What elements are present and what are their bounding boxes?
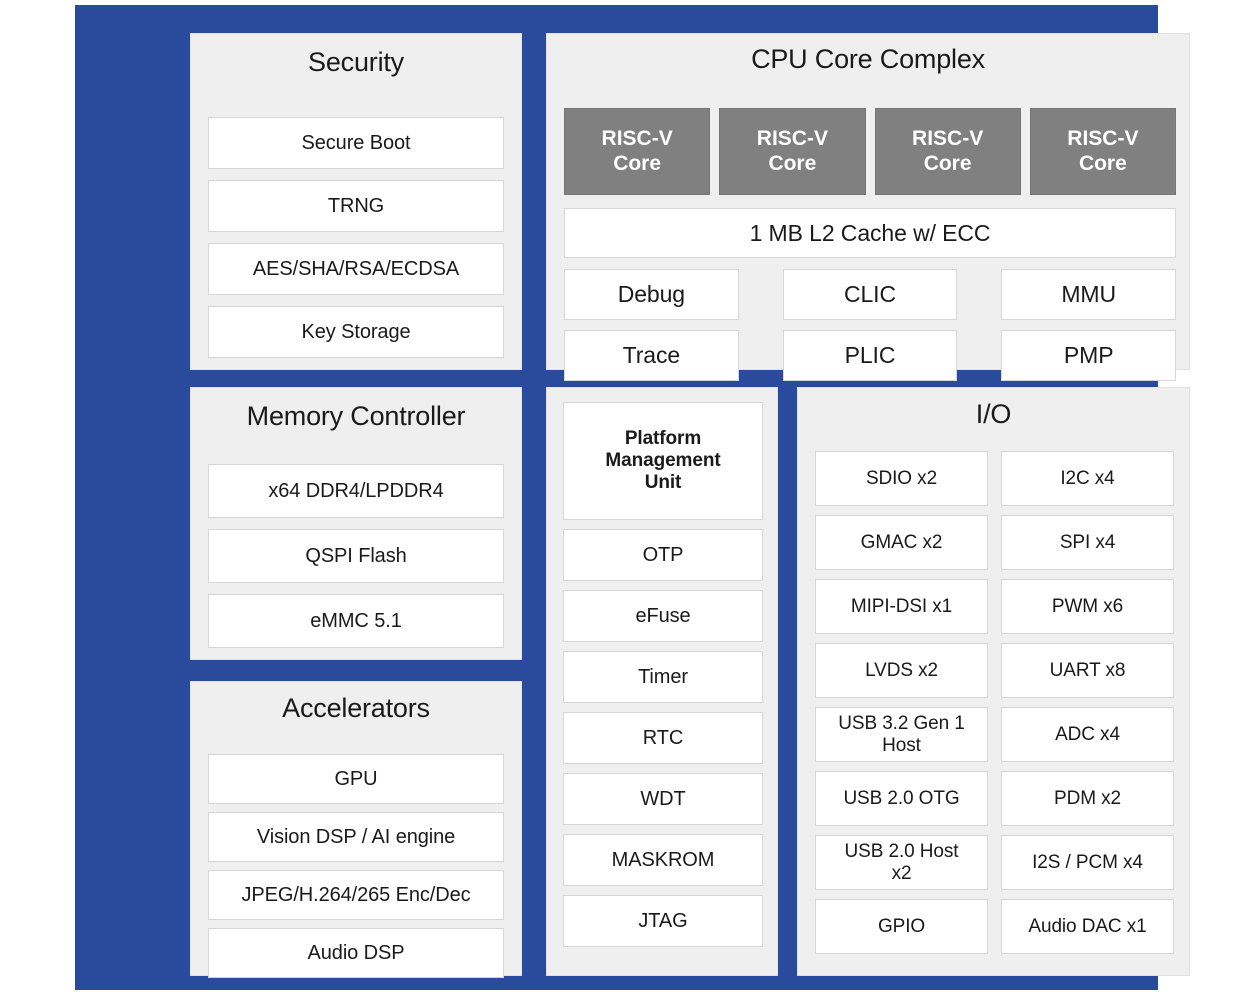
io-block-13: I2S / PCM x4 [1001,835,1174,890]
cpu-block-0: Debug [564,269,739,320]
io-block-grid: SDIO x2 I2C x4 GMAC x2 SPI x4 MIPI-DSI x1 PWM… [815,451,1174,954]
memory-block-2: eMMC 5.1 [208,594,504,648]
io-block-4: MIPI-DSI x1 [815,579,988,634]
panel-accelerators-title: Accelerators [282,693,430,723]
panel-cpu-core-complex: CPU Core Complex RISC-V Core RISC-V Core RIS… [546,33,1190,381]
panel-security-title: Security [308,47,404,77]
memory-block-list: x64 DDR4/LPDDR4 QSPI Flash eMMC 5.1 [208,464,504,659]
cpu-block-2: MMU [1001,269,1176,320]
cpu-block-3: Trace [564,330,739,381]
accelerator-block-3: Audio DSP [208,928,504,978]
panel-io: I/O SDIO x2 I2C x4 GMAC x2 SPI x4 MIPI-DSI x… [797,387,1190,976]
pmu-block-2: eFuse [563,590,763,642]
riscv-core-0: RISC-V Core [564,108,711,195]
memory-block-0: x64 DDR4/LPDDR4 [208,464,504,518]
io-block-14: GPIO [815,899,988,954]
io-block-9: ADC x4 [1001,707,1174,762]
io-block-7: UART x8 [1001,643,1174,698]
accelerator-block-1: Vision DSP / AI engine [208,812,504,862]
io-block-3: SPI x4 [1001,515,1174,570]
io-block-5: PWM x6 [1001,579,1174,634]
pmu-block-6: MASKROM [563,834,763,886]
cpu-core-row: RISC-V Core RISC-V Core RISC-V Core RISC-V Core [564,108,1176,195]
io-block-11: PDM x2 [1001,771,1174,826]
accelerator-block-0: GPU [208,754,504,804]
io-block-15: Audio DAC x1 [1001,899,1174,954]
io-block-8: USB 3.2 Gen 1 Host [815,707,988,762]
panel-platform-management: Platform Management Unit OTP eFuse Timer RTC WD… [546,387,778,976]
security-block-0: Secure Boot [208,117,504,169]
panel-accelerators: Accelerators GPU Vision DSP / AI engine JP… [190,681,522,978]
io-block-12: USB 2.0 Host x2 [815,835,988,890]
l2-cache-block: 1 MB L2 Cache w/ ECC [564,208,1176,258]
riscv-core-1: RISC-V Core [719,108,866,195]
io-block-1: I2C x4 [1001,451,1174,506]
panel-cpu-title: CPU Core Complex [751,44,985,74]
panel-memory-controller: Memory Controller x64 DDR4/LPDDR4 QSPI Fl… [190,387,522,660]
diagram-frame: Security Secure Boot TRNG AES/SHA/RSA/ECDS… [75,5,1190,990]
accelerator-block-2: JPEG/H.264/265 Enc/Dec [208,870,504,920]
io-block-0: SDIO x2 [815,451,988,506]
cpu-block-1: CLIC [782,269,958,320]
panel-security: Security Secure Boot TRNG AES/SHA/RSA/ECDS… [190,33,522,370]
pmu-block-5: WDT [563,773,763,825]
soc-block-diagram: Security Secure Boot TRNG AES/SHA/RSA/ECDS… [0,0,1242,996]
panel-io-title: I/O [975,399,1012,429]
pmu-block-4: RTC [563,712,763,764]
cpu-block-5: PMP [1001,330,1176,381]
accelerators-block-list: GPU Vision DSP / AI engine JPEG/H.264/265 … [208,754,504,986]
cpu-block-4: PLIC [782,330,958,381]
pmu-block-3: Timer [563,651,763,703]
cpu-support-block-grid: Debug CLIC MMU Trace PLIC PMP [564,269,1176,381]
io-block-10: USB 2.0 OTG [815,771,988,826]
security-block-3: Key Storage [208,306,504,358]
io-block-2: GMAC x2 [815,515,988,570]
pmu-block-1: OTP [563,529,763,581]
pmu-block-0: Platform Management Unit [563,402,763,520]
memory-block-1: QSPI Flash [208,529,504,583]
io-block-6: LVDS x2 [815,643,988,698]
security-block-list: Secure Boot TRNG AES/SHA/RSA/ECDSA Key Stor… [208,117,504,369]
panel-memory-title: Memory Controller [246,401,466,431]
riscv-core-3: RISC-V Core [1029,108,1176,195]
riscv-core-2: RISC-V Core [874,108,1021,195]
security-block-1: TRNG [208,180,504,232]
pmu-block-7: JTAG [563,895,763,947]
platform-management-block-list: Platform Management Unit OTP eFuse Timer RTC WD… [563,402,763,956]
security-block-2: AES/SHA/RSA/ECDSA [208,243,504,295]
